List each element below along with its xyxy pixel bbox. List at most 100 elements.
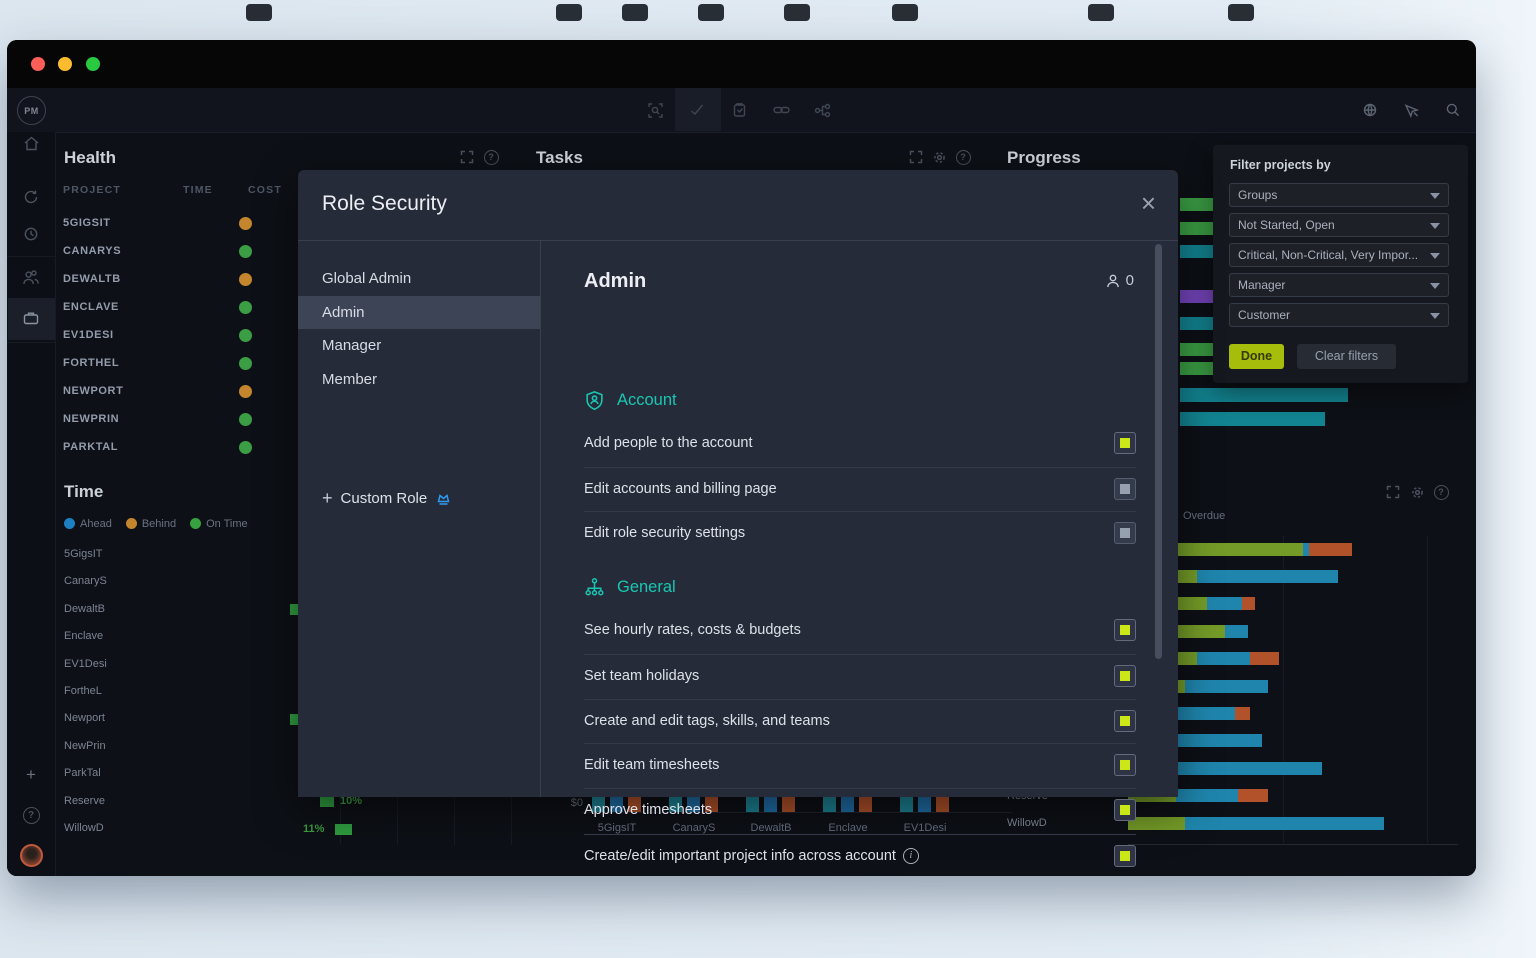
permission-checkbox[interactable] <box>1114 710 1136 732</box>
time-bar <box>320 796 334 807</box>
help-icon[interactable]: ? <box>7 798 55 832</box>
progress-bar <box>1180 343 1213 356</box>
permission-checkbox[interactable] <box>1114 522 1136 544</box>
bar-segment-blue <box>1197 652 1250 665</box>
filter-dropdown[interactable]: Groups <box>1229 183 1449 207</box>
maximize-window-button[interactable] <box>86 57 100 71</box>
check-icon[interactable] <box>686 99 708 121</box>
filter-dropdown[interactable]: Manager <box>1229 273 1449 297</box>
time-project-label: DewaltB <box>64 603 105 615</box>
legend-item: On Time <box>190 518 248 530</box>
role-item-admin[interactable]: Admin <box>298 296 540 329</box>
expand-icon[interactable] <box>908 149 924 165</box>
time-status-dot <box>239 273 252 286</box>
question-icon[interactable]: ? <box>483 149 499 165</box>
permission-label: Create and edit tags, skills, and teams <box>584 713 830 729</box>
clock-icon[interactable] <box>7 217 55 251</box>
project-name: 5GIGSIT <box>63 217 111 229</box>
clipboard-icon[interactable] <box>728 99 750 121</box>
person-icon <box>1105 273 1121 289</box>
section-header-account: Account <box>584 390 677 411</box>
roles-list: Global AdminAdminManagerMember + Custom … <box>298 240 541 797</box>
bar-segment-blue <box>1225 625 1248 638</box>
project-name: EV1DESI <box>63 329 114 341</box>
permission-row: Set team holidays <box>584 654 1136 700</box>
project-name: NEWPORT <box>63 385 123 397</box>
progress-panel-title: Progress <box>1007 148 1081 168</box>
role-item-global-admin[interactable]: Global Admin <box>298 262 540 295</box>
time-project-label: 5GigsIT <box>64 548 103 560</box>
gear-icon[interactable] <box>931 149 947 165</box>
time-bar <box>335 824 352 835</box>
sync-icon[interactable] <box>7 180 55 214</box>
modal-scrollbar[interactable] <box>1155 244 1162 659</box>
permission-checkbox[interactable] <box>1114 432 1136 454</box>
info-icon[interactable]: i <box>903 848 919 864</box>
role-item-member[interactable]: Member <box>298 363 540 396</box>
time-project-label: Enclave <box>64 630 103 642</box>
project-name: CANARYS <box>63 245 121 257</box>
table-row: 5GIGSIT <box>63 209 293 237</box>
table-row: NEWPORT <box>63 377 293 405</box>
column-header-time: TIME <box>183 184 213 196</box>
bar-segment-blue <box>1176 789 1238 802</box>
clear-filters-button[interactable]: Clear filters <box>1297 344 1396 369</box>
permission-label: Edit role security settings <box>584 525 745 541</box>
link-icon[interactable] <box>770 99 792 121</box>
role-detail-heading: Admin <box>584 270 646 293</box>
permission-checkbox[interactable] <box>1114 619 1136 641</box>
permission-checkbox[interactable] <box>1114 845 1136 867</box>
filter-popover: Filter projects by Groups Not Started, Op… <box>1213 145 1468 383</box>
time-project-label: CanaryS <box>64 575 107 587</box>
minimize-window-button[interactable] <box>58 57 72 71</box>
expand-icon[interactable] <box>459 149 475 165</box>
close-icon[interactable]: × <box>1141 188 1156 219</box>
filter-dropdown[interactable]: Customer <box>1229 303 1449 327</box>
permission-row: Create and edit tags, skills, and teams <box>584 699 1136 745</box>
expand-icon[interactable] <box>1385 484 1401 500</box>
health-panel-title: Health <box>64 148 116 168</box>
globe-icon[interactable] <box>1359 99 1381 121</box>
role-detail: Admin 0 AccountAdd people to the account… <box>584 240 1136 797</box>
filter-cursor-icon[interactable] <box>1401 99 1423 121</box>
gear-icon[interactable] <box>1409 484 1425 500</box>
filter-dropdown[interactable]: Not Started, Open <box>1229 213 1449 237</box>
question-icon[interactable]: ? <box>955 149 971 165</box>
scan-search-icon[interactable] <box>644 99 666 121</box>
avatar[interactable] <box>7 838 55 872</box>
y-axis-zero-label: $0 <box>563 797 583 809</box>
role-item-manager[interactable]: Manager <box>298 329 540 362</box>
filter-dropdown[interactable]: Critical, Non-Critical, Very Impor... <box>1229 243 1449 267</box>
done-button[interactable]: Done <box>1229 344 1284 369</box>
search-icon[interactable] <box>1442 99 1464 121</box>
workflow-icon[interactable] <box>811 99 833 121</box>
background-artifact <box>1088 4 1114 21</box>
permission-checkbox[interactable] <box>1114 799 1136 821</box>
permission-label: Approve timesheets <box>584 802 712 818</box>
permission-row: Create/edit important project info acros… <box>584 834 1136 876</box>
plus-icon[interactable]: + <box>7 758 55 792</box>
time-project-label: FortheL <box>64 685 102 697</box>
permission-row: Approve timesheets <box>584 788 1136 834</box>
legend-item: Behind <box>126 518 176 530</box>
modal-header: Role Security × <box>298 170 1178 241</box>
briefcase-icon[interactable] <box>7 301 55 335</box>
permission-checkbox[interactable] <box>1114 754 1136 776</box>
permission-checkbox[interactable] <box>1114 478 1136 500</box>
home-icon[interactable] <box>7 126 55 160</box>
time-panel-title: Time <box>64 482 103 502</box>
people-icon[interactable] <box>7 260 55 294</box>
table-row: EV1DESI <box>63 321 293 349</box>
custom-role-label: Custom Role <box>341 490 428 507</box>
bar-segment-olive <box>1128 817 1185 830</box>
close-window-button[interactable] <box>31 57 45 71</box>
app-logo: PM <box>17 96 46 125</box>
filter-title: Filter projects by <box>1230 158 1331 172</box>
legend-overdue: Overdue <box>1183 510 1225 522</box>
bar-segment-blue <box>1207 597 1242 610</box>
add-custom-role-button[interactable]: + Custom Role <box>322 488 452 509</box>
bar-segment-orange <box>1238 789 1268 802</box>
question-icon[interactable]: ? <box>1433 484 1449 500</box>
modal-title: Role Security <box>322 192 447 216</box>
permission-checkbox[interactable] <box>1114 665 1136 687</box>
